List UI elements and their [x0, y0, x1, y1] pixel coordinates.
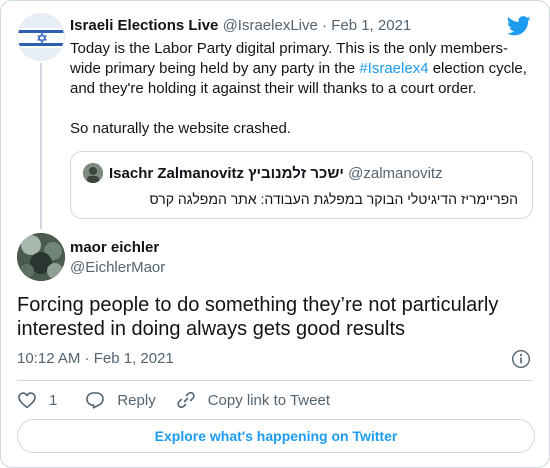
- quoted-author-handle: @zalmanovitz: [348, 165, 443, 182]
- maor-eichler-avatar[interactable]: [17, 233, 65, 281]
- thread-connector-line: [40, 63, 42, 229]
- like-button[interactable]: 1: [17, 390, 57, 410]
- reply-button[interactable]: Reply: [85, 390, 156, 410]
- hashtag-link[interactable]: #Israelex4: [359, 60, 428, 77]
- explore-twitter-button[interactable]: Explore what's happening on Twitter: [17, 419, 535, 453]
- explore-label: Explore what's happening on Twitter: [154, 428, 398, 444]
- parent-tweet-header: Israeli Elections Live @IsraelexLive · F…: [70, 16, 411, 36]
- tweet-actions-bar: 1 Reply Copy link to Tweet: [17, 389, 350, 411]
- tweet-timestamp[interactable]: 10:12 AM · Feb 1, 2021: [17, 349, 174, 369]
- tweet-embed-card: Israeli Elections Live @IsraelexLive · F…: [0, 0, 550, 468]
- like-count: 1: [49, 391, 58, 409]
- quoted-tweet-text: הפריימריז הדיגיטלי הבוקר במפלגת העבודה: …: [149, 191, 518, 207]
- parent-author-name[interactable]: Israeli Elections Live: [70, 17, 218, 34]
- copy-link-label: Copy link to Tweet: [207, 391, 330, 409]
- parent-author-handle[interactable]: @IsraelexLive: [223, 17, 318, 34]
- main-author-name[interactable]: maor eichler: [70, 238, 159, 258]
- link-icon: [177, 391, 195, 409]
- info-icon[interactable]: [511, 349, 531, 369]
- copy-link-button[interactable]: Copy link to Tweet: [176, 390, 330, 410]
- twitter-bird-icon[interactable]: [507, 16, 531, 36]
- quoted-tweet[interactable]: Isachr Zalmanovitz ישכר זלמנוביץ @zalman…: [70, 151, 533, 219]
- separator-dot: ·: [322, 17, 328, 34]
- heart-icon: [18, 392, 36, 409]
- reply-icon: [86, 392, 105, 409]
- quoted-tweet-header: Isachr Zalmanovitz ישכר זלמנוביץ @zalman…: [109, 164, 443, 184]
- quoted-author-avatar: [83, 163, 103, 183]
- actions-divider: [17, 380, 533, 381]
- reply-label: Reply: [117, 391, 156, 409]
- parent-tweet-text: Today is the Labor Party digital primary…: [70, 39, 535, 139]
- main-author-handle[interactable]: @EichlerMaor: [70, 258, 165, 278]
- quoted-author-name: Isachr Zalmanovitz ישכר זלמנוביץ: [109, 165, 344, 182]
- parent-text-part-3: So naturally the website crashed.: [70, 120, 291, 137]
- israeli-elections-avatar[interactable]: [17, 13, 65, 61]
- parent-tweet-date[interactable]: Feb 1, 2021: [331, 17, 411, 34]
- main-tweet-text: Forcing people to do something they’re n…: [17, 294, 499, 340]
